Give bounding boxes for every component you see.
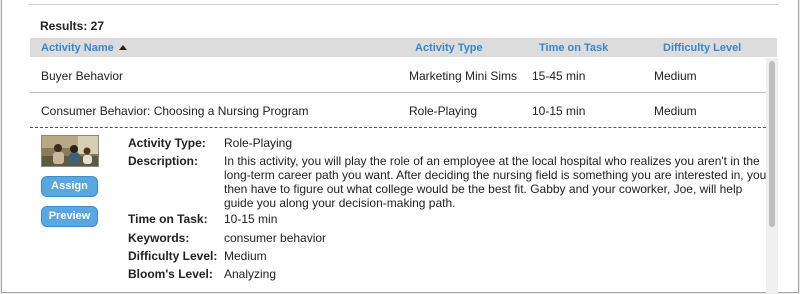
activity-thumbnail-image (42, 136, 98, 166)
time-on-task: 10-15 min (532, 104, 586, 118)
keywords-value: consumer behavior (224, 231, 327, 245)
activity-type-value: Role-Playing (224, 136, 293, 150)
time-on-task-label: Time on Task: (128, 212, 208, 226)
time-on-task: 15-45 min (532, 69, 586, 83)
keywords-label: Keywords: (128, 231, 190, 245)
blooms-level-value: Analyzing (224, 267, 277, 281)
activity-thumbnail (41, 135, 99, 167)
description-value: In this activity, you will play the role… (224, 154, 767, 210)
table-row[interactable]: Buyer Behavior Marketing Mini Sims 15-45… (30, 58, 766, 92)
header-difficulty-level[interactable]: Difficulty Level (663, 42, 741, 54)
activity-name: Buyer Behavior (41, 69, 124, 83)
top-divider (28, 4, 778, 5)
description-label: Description: (128, 154, 199, 168)
activity-name: Consumer Behavior: Choosing a Nursing Pr… (41, 104, 309, 118)
results-count: Results: 27 (40, 19, 105, 33)
blooms-level-label: Bloom's Level: (128, 267, 213, 281)
list-scrollbar-thumb[interactable] (769, 61, 775, 227)
table-row[interactable]: Consumer Behavior: Choosing a Nursing Pr… (30, 93, 766, 127)
preview-button[interactable]: Preview (41, 206, 98, 227)
time-on-task-value: 10-15 min (224, 212, 278, 226)
difficulty-level-value: Medium (224, 249, 267, 263)
activity-type: Marketing Mini Sims (409, 69, 518, 83)
header-activity-name[interactable]: Activity Name (41, 42, 127, 54)
sort-ascending-icon (118, 45, 127, 50)
difficulty-level: Medium (654, 104, 697, 118)
header-time-on-task[interactable]: Time on Task (539, 42, 608, 54)
row-divider-expanded (30, 127, 766, 128)
difficulty-level: Medium (654, 69, 697, 83)
assign-button[interactable]: Assign (41, 176, 98, 197)
activity-type-label: Activity Type: (128, 136, 206, 150)
difficulty-level-label: Difficulty Level: (128, 249, 218, 263)
header-activity-name-label: Activity Name (41, 42, 114, 54)
activity-type: Role-Playing (409, 104, 478, 118)
header-activity-type[interactable]: Activity Type (415, 42, 483, 54)
table-header: Activity Name Activity Type Time on Task… (30, 38, 777, 57)
